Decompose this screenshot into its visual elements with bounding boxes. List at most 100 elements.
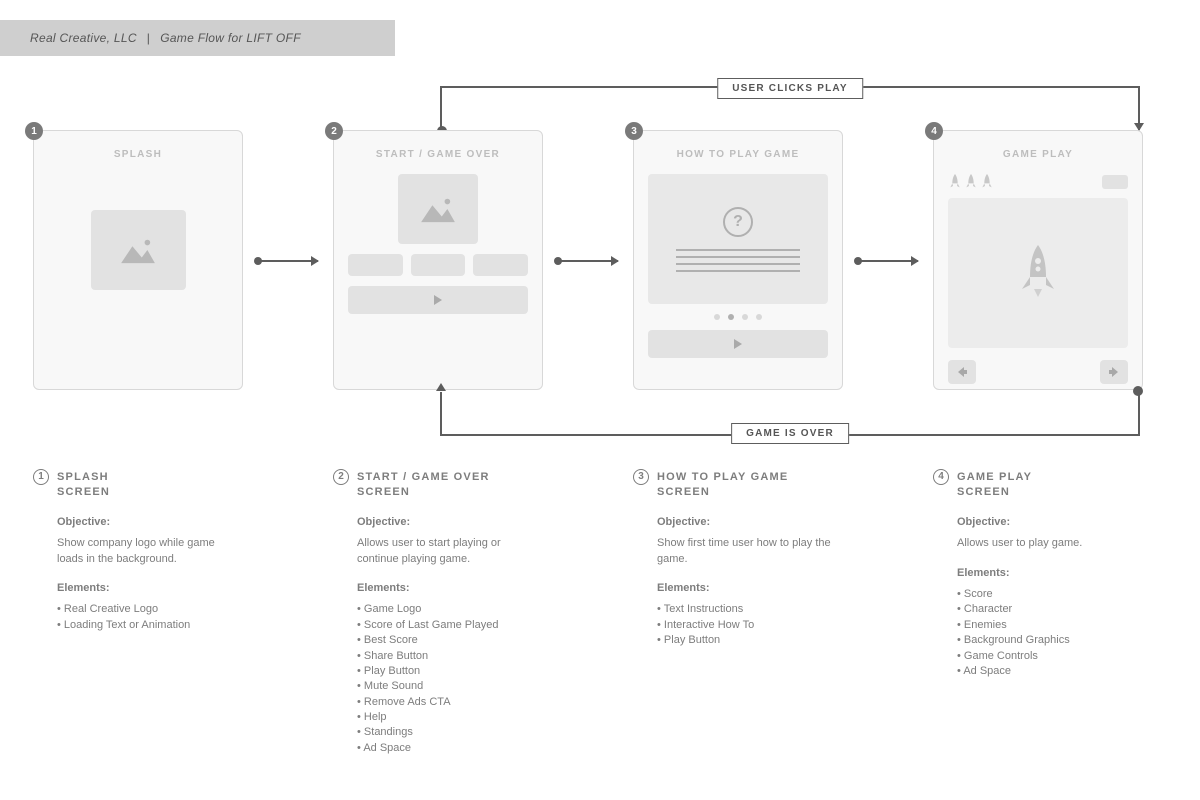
elements-list-item: Real Creative Logo: [57, 602, 243, 617]
left-arrow-button: [948, 360, 976, 384]
card-number-badge: 3: [625, 122, 643, 140]
page-dots: [648, 314, 828, 320]
flow-arrow: [558, 260, 618, 262]
elements-heading: Elements:: [957, 566, 1143, 581]
desc-title: HOW TO PLAY GAME SCREEN: [657, 470, 788, 501]
rocket-large-icon: [1014, 243, 1062, 303]
objective-text: Allows user to start playing or continue…: [357, 536, 543, 567]
play-button-placeholder: [648, 330, 828, 358]
card-splash: 1 SPLASH: [33, 130, 243, 390]
score-placeholder: [1102, 175, 1128, 189]
elements-heading: Elements:: [57, 581, 243, 596]
elements-heading: Elements:: [657, 581, 843, 596]
desc-title: SPLASH SCREEN: [57, 470, 110, 501]
desc-number: 1: [33, 469, 49, 485]
play-icon: [734, 339, 742, 349]
game-area-placeholder: [948, 198, 1128, 348]
connector-game-is-over: GAME IS OVER: [440, 392, 1140, 436]
play-button-placeholder: [348, 286, 528, 314]
desc-number: 2: [333, 469, 349, 485]
elements-list-item: Loading Text or Animation: [57, 618, 243, 633]
elements-list-item: Ad Space: [957, 664, 1143, 679]
arrow-right-icon: [1108, 366, 1120, 378]
header-separator: |: [147, 31, 150, 45]
elements-list-item: Game Logo: [357, 602, 543, 617]
flow-diagram: 1 SPLASH 2 START / GAME OVER 3 HOW TO PL…: [33, 130, 1167, 420]
document-header: Real Creative, LLC | Game Flow for LIFT …: [0, 20, 395, 56]
desc-title: GAME PLAY SCREEN: [957, 470, 1032, 501]
card-number-badge: 4: [925, 122, 943, 140]
desc-game-play: 4 GAME PLAY SCREEN Objective: Allows use…: [933, 470, 1143, 756]
elements-list-item: Background Graphics: [957, 633, 1143, 648]
elements-list: Text InstructionsInteractive How ToPlay …: [657, 602, 843, 648]
rocket-icon: [964, 174, 978, 190]
elements-list: Game LogoScore of Last Game PlayedBest S…: [357, 602, 543, 756]
elements-list-item: Game Controls: [957, 649, 1143, 664]
elements-list-item: Score: [957, 587, 1143, 602]
connector-top-label: USER CLICKS PLAY: [717, 78, 863, 99]
elements-list-item: Enemies: [957, 618, 1143, 633]
desc-number: 3: [633, 469, 649, 485]
card-game-play: 4 GAME PLAY: [933, 130, 1143, 390]
connector-bottom-label: GAME IS OVER: [731, 423, 849, 444]
elements-list-item: Play Button: [657, 633, 843, 648]
flow-arrow: [858, 260, 918, 262]
image-placeholder-icon: [91, 210, 186, 290]
image-placeholder-icon: [398, 174, 478, 244]
desc-number: 4: [933, 469, 949, 485]
flow-arrow: [258, 260, 318, 262]
elements-list: Real Creative LogoLoading Text or Animat…: [57, 602, 243, 633]
elements-list-item: Share Button: [357, 649, 543, 664]
card-how-to-play: 3 HOW TO PLAY GAME ?: [633, 130, 843, 390]
card-number-badge: 2: [325, 122, 343, 140]
desc-how-to-play: 3 HOW TO PLAY GAME SCREEN Objective: Sho…: [633, 470, 843, 756]
play-icon: [434, 295, 442, 305]
elements-list-item: Score of Last Game Played: [357, 618, 543, 633]
elements-list-item: Play Button: [357, 664, 543, 679]
button-placeholder: [473, 254, 528, 276]
elements-list-item: Remove Ads CTA: [357, 695, 543, 710]
elements-list-item: Character: [957, 602, 1143, 617]
card-label: START / GAME OVER: [348, 149, 528, 160]
project-title: Game Flow for LIFT OFF: [160, 31, 301, 45]
objective-heading: Objective:: [957, 515, 1143, 530]
button-placeholder-row: [348, 254, 528, 276]
elements-heading: Elements:: [357, 581, 543, 596]
card-label: HOW TO PLAY GAME: [648, 149, 828, 160]
text-lines-placeholder: [676, 249, 801, 272]
card-number-badge: 1: [25, 122, 43, 140]
rocket-icon: [980, 174, 994, 190]
button-placeholder: [348, 254, 403, 276]
elements-list-item: Mute Sound: [357, 679, 543, 694]
elements-list-item: Ad Space: [357, 741, 543, 756]
desc-start-game-over: 2 START / GAME OVER SCREEN Objective: Al…: [333, 470, 543, 756]
status-row: [948, 174, 1128, 190]
lives-icons: [948, 174, 994, 190]
elements-list-item: Standings: [357, 725, 543, 740]
elements-list: ScoreCharacterEnemiesBackground Graphics…: [957, 587, 1143, 679]
card-label: SPLASH: [48, 149, 228, 160]
rocket-icon: [948, 174, 962, 190]
connector-user-clicks-play: USER CLICKS PLAY: [440, 86, 1140, 130]
desc-title: START / GAME OVER SCREEN: [357, 470, 490, 501]
desc-splash: 1 SPLASH SCREEN Objective: Show company …: [33, 470, 243, 756]
elements-list-item: Best Score: [357, 633, 543, 648]
objective-heading: Objective:: [57, 515, 243, 530]
elements-list-item: Text Instructions: [657, 602, 843, 617]
controls-row: [948, 360, 1128, 384]
objective-heading: Objective:: [357, 515, 543, 530]
howto-content-placeholder: ?: [648, 174, 828, 304]
objective-text: Show company logo while game loads in th…: [57, 536, 243, 567]
objective-text: Show first time user how to play the gam…: [657, 536, 843, 567]
card-label: GAME PLAY: [948, 149, 1128, 160]
objective-heading: Objective:: [657, 515, 843, 530]
descriptions-row: 1 SPLASH SCREEN Objective: Show company …: [33, 470, 1167, 756]
elements-list-item: Help: [357, 710, 543, 725]
button-placeholder: [411, 254, 466, 276]
elements-list-item: Interactive How To: [657, 618, 843, 633]
card-start-game-over: 2 START / GAME OVER: [333, 130, 543, 390]
question-icon: ?: [723, 207, 753, 237]
company-name: Real Creative, LLC: [30, 31, 137, 45]
arrow-left-icon: [956, 366, 968, 378]
objective-text: Allows user to play game.: [957, 536, 1143, 551]
